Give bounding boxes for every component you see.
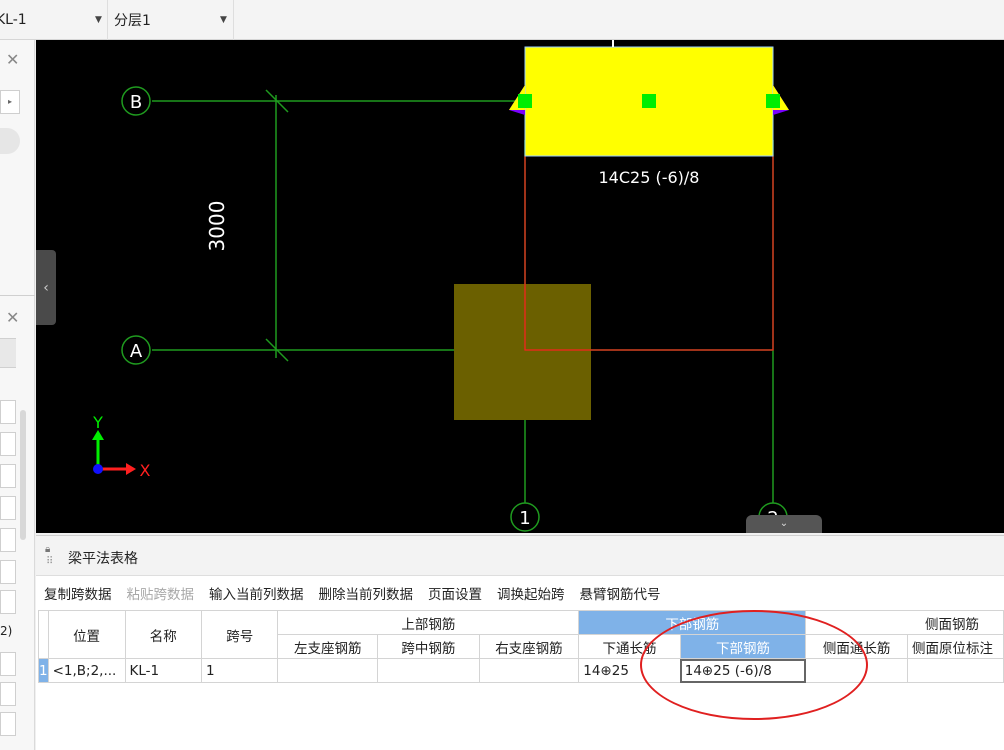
list-item[interactable]	[0, 528, 16, 552]
page-setup-button[interactable]: 页面设置	[428, 583, 482, 603]
list-item[interactable]	[0, 652, 16, 676]
cantilever-rebar-code-button[interactable]: 悬臂钢筋代号	[580, 583, 661, 603]
list-item[interactable]	[0, 496, 16, 520]
chevron-down-icon: ▼	[95, 15, 102, 25]
header-side-original[interactable]: 侧面原位标注	[907, 634, 1004, 659]
cell-position[interactable]: <1,B;2,...	[47, 658, 126, 683]
cell-side-original[interactable]	[907, 658, 1004, 683]
header-position[interactable]: 位置	[47, 610, 126, 659]
copy-span-data-button[interactable]: 复制跨数据	[44, 583, 112, 603]
ucs-y-label: Y	[92, 413, 103, 432]
table-header-row: 位置 名称 跨号 上部钢筋 下部钢筋 侧面钢筋	[38, 610, 1004, 659]
list-header	[0, 338, 16, 368]
cell-left-support[interactable]	[277, 658, 379, 683]
divider	[0, 295, 35, 296]
list-item[interactable]	[0, 464, 16, 488]
cell-right-support[interactable]	[478, 658, 580, 683]
paste-span-data-button[interactable]: 粘贴跨数据	[127, 583, 195, 603]
grip-point	[518, 94, 532, 108]
chevron-left-icon: ‹	[43, 279, 49, 296]
cell-name[interactable]: KL-1	[124, 658, 203, 683]
header-right-support[interactable]: 右支座钢筋	[478, 634, 580, 659]
header-side-through[interactable]: 侧面通长筋	[805, 634, 908, 659]
header-left-support[interactable]: 左支座钢筋	[277, 634, 379, 659]
element-dropdown-value: KL-1	[0, 12, 27, 28]
lock-icon[interactable]: 🔒︎	[45, 544, 50, 555]
top-toolbar: KL-1 ▼ 分层1 ▼	[0, 0, 1004, 40]
header-span[interactable]: 跨号	[201, 610, 279, 659]
left-panel: ✕ ▸ ✕ 2)	[0, 40, 35, 750]
scrollbar[interactable]	[20, 410, 26, 540]
table-toolbar: 复制跨数据 粘贴跨数据 输入当前列数据 删除当前列数据 页面设置 调换起始跨 悬…	[36, 580, 668, 606]
axis-label-1: 1	[519, 508, 530, 529]
rebar-annotation: 14C25 (-6)/8	[599, 168, 700, 187]
ucs-x-arrow	[126, 463, 136, 475]
cell-bottom-through[interactable]: 14⊕25	[578, 658, 681, 683]
layer-dropdown-value: 分层1	[114, 13, 151, 29]
chevron-down-icon: ▼	[220, 15, 227, 25]
row-number-header	[38, 610, 49, 659]
list-item[interactable]	[0, 400, 16, 424]
chevron-down-icon: ⌄	[779, 518, 789, 529]
panel-header: 🔒︎ ⠿ 梁平法表格	[36, 536, 1004, 576]
list-item[interactable]	[0, 590, 16, 614]
collapse-bottom-button[interactable]: ⌄	[746, 515, 822, 533]
panel-title: 梁平法表格	[68, 551, 138, 567]
dimension-text: 3000	[205, 201, 229, 252]
list-item[interactable]	[0, 712, 16, 736]
close-icon[interactable]: ✕	[6, 308, 19, 327]
cell-side-through[interactable]	[805, 658, 908, 683]
table-row[interactable]: 1 <1,B;2,... KL-1 1 14⊕25 14⊕25 (-6)/8	[38, 658, 1004, 683]
element-dropdown[interactable]: KL-1 ▼	[0, 0, 108, 40]
grip-icon[interactable]: ⠿	[46, 556, 53, 567]
collapse-panel-button[interactable]: ‹	[36, 250, 56, 325]
beam-table: 位置 名称 跨号 上部钢筋 下部钢筋 侧面钢筋 左支座钢筋 跨中钢筋 右支座钢筋…	[38, 610, 1004, 683]
ucs-origin	[93, 464, 103, 474]
header-bottom-rebar[interactable]: 下部钢筋	[679, 634, 807, 659]
header-bottom-through[interactable]: 下通长筋	[578, 634, 681, 659]
input-column-data-button[interactable]: 输入当前列数据	[209, 583, 304, 603]
list-item[interactable]	[0, 682, 16, 706]
cad-drawing: 3000 14C25 (-6)/8 B A 1 2 Y X	[92, 40, 789, 532]
layer-dropdown[interactable]: 分层1 ▼	[108, 0, 234, 40]
list-item-label: 2)	[0, 624, 13, 638]
list-item[interactable]	[0, 560, 16, 584]
header-name[interactable]: 名称	[124, 610, 203, 659]
axis-label-a: A	[130, 341, 143, 362]
header-group-top-rebar[interactable]: 上部钢筋	[277, 610, 580, 635]
grip-point	[642, 94, 656, 108]
list-item[interactable]	[0, 432, 16, 456]
swap-start-span-button[interactable]: 调换起始跨	[497, 583, 565, 603]
drawing-canvas[interactable]: 3000 14C25 (-6)/8 B A 1 2 Y X	[36, 40, 1004, 533]
beam-table-panel: 🔒︎ ⠿ 梁平法表格 复制跨数据 粘贴跨数据 输入当前列数据 删除当前列数据 页…	[36, 535, 1004, 750]
header-mid-span[interactable]: 跨中钢筋	[377, 634, 480, 659]
ucs-x-label: X	[140, 461, 151, 480]
cell-span[interactable]: 1	[201, 658, 279, 683]
cell-mid-span[interactable]	[377, 658, 480, 683]
row-number[interactable]: 1	[38, 658, 49, 683]
header-group-bottom-rebar[interactable]: 下部钢筋	[578, 610, 807, 635]
header-group-side-rebar[interactable]: 侧面钢筋	[805, 610, 1004, 635]
panel-button[interactable]: ▸	[0, 90, 20, 114]
grip-point	[766, 94, 780, 108]
cell-bottom-rebar[interactable]: 14⊕25 (-6)/8	[679, 658, 807, 683]
close-icon[interactable]: ✕	[6, 50, 19, 69]
search-icon[interactable]	[0, 128, 20, 154]
axis-label-b: B	[130, 92, 142, 113]
delete-column-data-button[interactable]: 删除当前列数据	[319, 583, 414, 603]
column	[454, 284, 591, 420]
